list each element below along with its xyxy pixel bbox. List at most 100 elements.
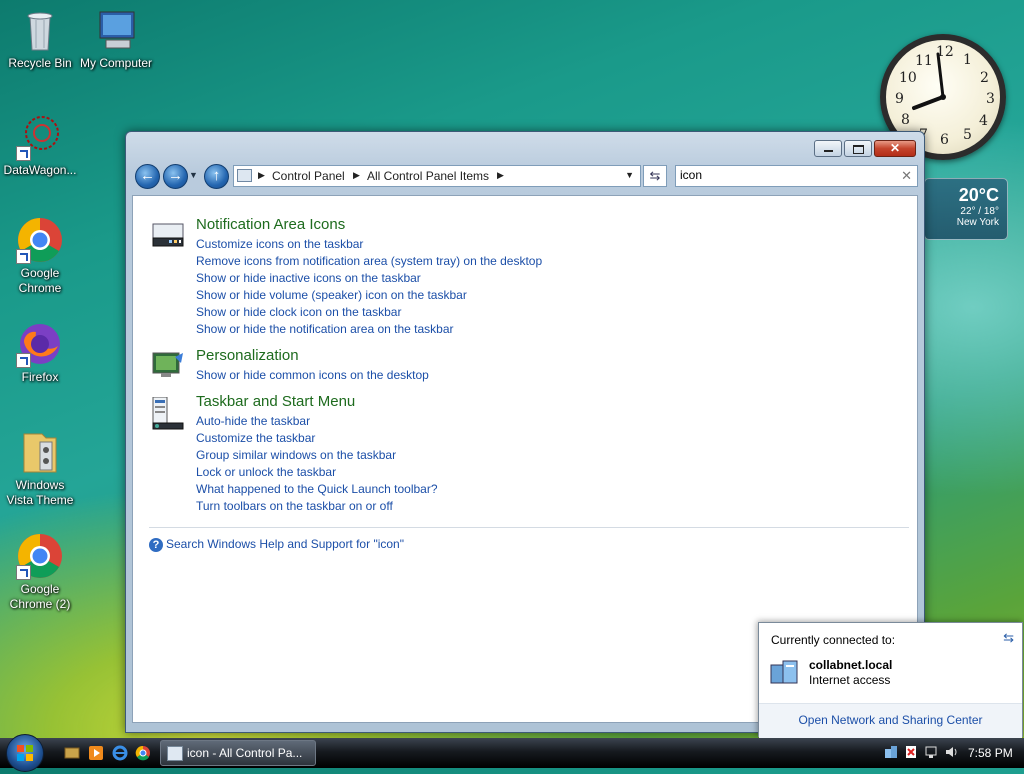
open-network-sharing-center-link[interactable]: Open Network and Sharing Center (759, 703, 1022, 738)
refresh-button[interactable]: ⇆ (643, 165, 667, 187)
chrome-icon (16, 216, 64, 264)
desktop-icon-label: Recycle Bin (8, 56, 72, 70)
chrome-quick-launch-icon[interactable] (135, 745, 151, 761)
network-computer-icon (769, 659, 801, 685)
recycle-bin-icon (16, 6, 64, 54)
desktop-icon-windows-vista-theme[interactable]: Windows Vista Theme (0, 428, 80, 508)
taskbar: icon - All Control Pa... 7:58 PM (0, 734, 1024, 772)
desktop-icon-datawagon[interactable]: DataWagon... (0, 113, 80, 178)
folder-icon (16, 428, 64, 476)
task-link[interactable]: Customize icons on the taskbar (196, 236, 542, 253)
task-link[interactable]: Show or hide common icons on the desktop (196, 367, 429, 384)
breadcrumb-separator-icon: ▶ (258, 170, 265, 180)
recent-pages-dropdown[interactable]: ▼ (189, 170, 198, 180)
shortcut-arrow-icon (16, 249, 31, 264)
breadcrumb-separator-icon: ▶ (497, 170, 504, 180)
internet-explorer-icon[interactable] (112, 745, 128, 761)
taskbar-start-menu-icon (151, 396, 185, 430)
help-search-link[interactable]: ? Search Windows Help and Support for "ic… (149, 537, 404, 552)
chrome-icon (16, 532, 64, 580)
minimize-button[interactable] (814, 140, 842, 157)
network-refresh-icon[interactable]: ⇆ (1003, 630, 1014, 646)
help-search-label: Search Windows Help and Support for "ico… (166, 537, 404, 551)
shortcut-arrow-icon (16, 353, 31, 368)
taskbar-window-button[interactable]: icon - All Control Pa... (160, 740, 316, 766)
network-tray-icon[interactable] (884, 745, 898, 759)
network-name: collabnet.local (809, 658, 893, 672)
up-button[interactable]: ↑ (204, 164, 229, 189)
help-icon: ? (149, 537, 163, 552)
personalization-icon (151, 351, 185, 381)
breadcrumb-control-panel[interactable]: Control Panel (272, 169, 345, 183)
maximize-button[interactable] (844, 140, 872, 157)
computer-icon (92, 6, 140, 54)
desktop-icon-recycle-bin[interactable]: Recycle Bin (0, 6, 80, 71)
control-panel-icon (167, 746, 183, 761)
desktop-icon-label: DataWagon... (3, 163, 77, 177)
desktop-icon-label: Google Chrome (2) (9, 582, 71, 611)
network-popup-header: Currently connected to: (771, 633, 896, 647)
show-desktop-icon[interactable] (64, 745, 80, 761)
desktop-icon-label: Google Chrome (18, 266, 62, 295)
section-title[interactable]: Taskbar and Start Menu (196, 393, 355, 410)
desktop-icon-google-chrome-2[interactable]: Google Chrome (2) (0, 532, 80, 612)
address-bar[interactable]: ▶ Control Panel ▶ All Control Panel Item… (233, 165, 641, 187)
minimize-icon (824, 150, 833, 152)
desktop-icon-firefox[interactable]: Firefox (0, 320, 80, 385)
clear-search-icon[interactable]: ✕ (901, 168, 912, 184)
search-box[interactable]: ✕ (675, 165, 918, 187)
start-button[interactable] (6, 734, 44, 772)
desktop-icon-my-computer[interactable]: My Computer (76, 6, 156, 71)
task-link[interactable]: Lock or unlock the taskbar (196, 464, 438, 481)
divider (149, 527, 909, 528)
shortcut-arrow-icon (16, 565, 31, 580)
weather-gadget[interactable]: 20°C 22° / 18° New York (924, 178, 1008, 240)
section-links: Auto-hide the taskbar Customize the task… (196, 413, 438, 515)
navigation-toolbar: ← → ▼ ↑ ▶ Control Panel ▶ All Control Pa… (132, 162, 918, 192)
desktop-icon-google-chrome[interactable]: Google Chrome (0, 216, 80, 296)
task-link[interactable]: Remove icons from notification area (sys… (196, 253, 542, 270)
task-link[interactable]: Group similar windows on the taskbar (196, 447, 438, 464)
windows-logo-icon (17, 745, 33, 761)
volume-icon[interactable] (944, 745, 958, 759)
media-player-icon[interactable] (88, 745, 104, 761)
task-link[interactable]: Auto-hide the taskbar (196, 413, 438, 430)
maximize-icon (853, 145, 864, 154)
network-access-status: Internet access (809, 673, 891, 687)
weather-range: 22° / 18° (960, 206, 999, 217)
task-link[interactable]: What happened to the Quick Launch toolba… (196, 481, 438, 498)
search-input[interactable] (680, 168, 890, 182)
breadcrumb-all-control-panel-items[interactable]: All Control Panel Items (367, 169, 489, 183)
section-title[interactable]: Personalization (196, 347, 299, 364)
notification-area-icon (151, 220, 185, 250)
task-link[interactable]: Turn toolbars on the taskbar on or off (196, 498, 438, 515)
system-tray: 7:58 PM (872, 741, 1022, 765)
control-panel-icon (237, 169, 252, 182)
task-link[interactable]: Show or hide clock icon on the taskbar (196, 304, 542, 321)
task-link[interactable]: Show or hide the notification area on th… (196, 321, 542, 338)
close-icon: ✕ (889, 141, 901, 155)
section-title[interactable]: Notification Area Icons (196, 216, 345, 233)
section-links: Show or hide common icons on the desktop (196, 367, 429, 384)
back-arrow-icon: ← (140, 167, 155, 184)
section-links: Customize icons on the taskbar Remove ic… (196, 236, 542, 338)
desktop-icon-label: Windows Vista Theme (6, 478, 74, 507)
refresh-icon: ⇆ (649, 168, 661, 183)
forward-button[interactable]: → (163, 164, 188, 189)
back-button[interactable]: ← (135, 164, 160, 189)
taskbar-window-label: icon - All Control Pa... (187, 746, 303, 760)
window-controls: ✕ (812, 140, 916, 157)
forward-arrow-icon: → (168, 167, 183, 184)
task-link[interactable]: Show or hide volume (speaker) icon on th… (196, 287, 542, 304)
shortcut-arrow-icon (16, 146, 31, 161)
clock-time[interactable]: 7:58 PM (968, 746, 1013, 760)
up-arrow-icon: ↑ (212, 167, 221, 184)
datawagon-icon (16, 113, 64, 161)
address-dropdown-icon[interactable]: ▼ (625, 170, 634, 180)
close-button[interactable]: ✕ (874, 140, 916, 157)
task-link[interactable]: Customize the taskbar (196, 430, 438, 447)
connection-tray-icon[interactable] (924, 745, 938, 759)
task-link[interactable]: Show or hide inactive icons on the taskb… (196, 270, 542, 287)
security-alert-icon[interactable] (904, 745, 918, 759)
breadcrumb-separator-icon: ▶ (353, 170, 360, 180)
